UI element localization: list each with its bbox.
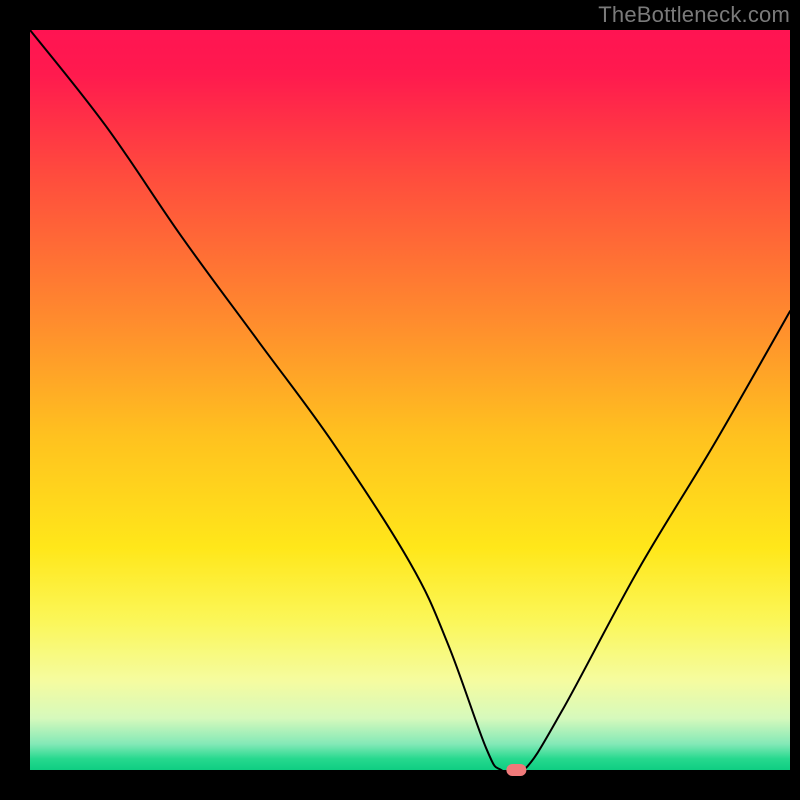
- plot-background: [30, 30, 790, 770]
- bottleneck-chart: [0, 0, 800, 800]
- optimal-marker: [506, 764, 526, 776]
- chart-frame: TheBottleneck.com: [0, 0, 800, 800]
